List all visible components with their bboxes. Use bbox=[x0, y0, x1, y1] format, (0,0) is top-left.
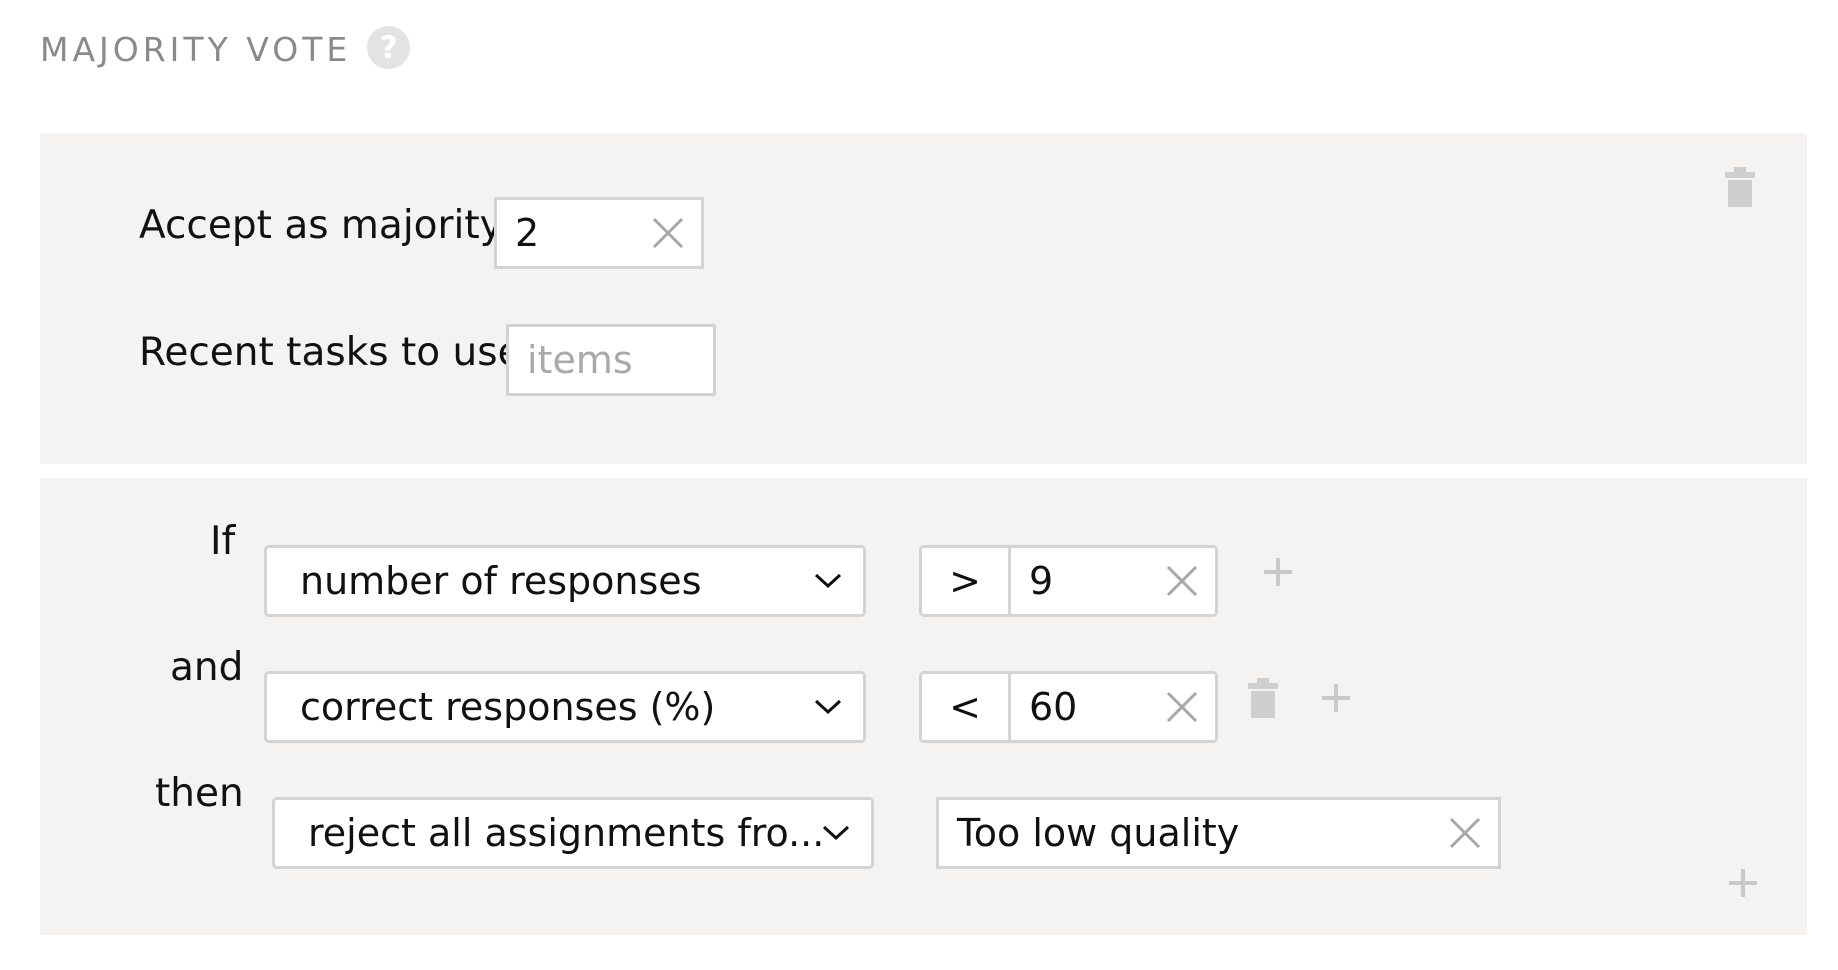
recent-tasks-input[interactable]: items bbox=[506, 324, 716, 396]
condition1-value-input[interactable]: 9 bbox=[1008, 545, 1218, 617]
add-condition-icon[interactable] bbox=[1262, 556, 1294, 588]
close-icon[interactable] bbox=[1165, 564, 1199, 598]
condition1-value: 9 bbox=[1029, 559, 1054, 603]
add-rule-icon[interactable] bbox=[1727, 867, 1759, 899]
close-icon[interactable] bbox=[651, 216, 685, 250]
condition1-operator[interactable]: > bbox=[919, 545, 1011, 617]
then-label: then bbox=[155, 771, 244, 816]
close-icon[interactable] bbox=[1448, 816, 1482, 850]
action-select[interactable]: reject all assignments fro... bbox=[272, 797, 874, 869]
recent-tasks-placeholder: items bbox=[527, 338, 633, 382]
question-icon[interactable]: ? bbox=[367, 26, 411, 69]
action-comment-input[interactable]: Too low quality bbox=[936, 797, 1501, 869]
condition2-field-select[interactable]: correct responses (%) bbox=[264, 671, 866, 743]
chevron-down-icon bbox=[822, 825, 850, 841]
if-label: If bbox=[210, 519, 236, 564]
condition1-field-value: number of responses bbox=[300, 559, 702, 603]
chevron-down-icon bbox=[814, 699, 842, 715]
recent-tasks-label: Recent tasks to use bbox=[139, 330, 522, 375]
accept-as-majority-input[interactable]: 2 bbox=[494, 197, 704, 269]
action-comment-value: Too low quality bbox=[957, 811, 1240, 855]
section-header: MAJORITY VOTE ? bbox=[40, 26, 411, 69]
close-icon[interactable] bbox=[1165, 690, 1199, 724]
action-value: reject all assignments fro... bbox=[308, 811, 825, 855]
condition2-operator[interactable]: < bbox=[919, 671, 1011, 743]
section-title: MAJORITY VOTE bbox=[40, 30, 352, 69]
chevron-down-icon bbox=[814, 573, 842, 589]
rules-panel: If number of responses > 9 and correct r… bbox=[40, 478, 1807, 935]
majority-settings-panel: Accept as majority 2 Recent tasks to use… bbox=[40, 133, 1807, 464]
trash-icon[interactable] bbox=[1725, 167, 1755, 207]
condition2-field-value: correct responses (%) bbox=[300, 685, 716, 729]
and-label: and bbox=[170, 645, 244, 690]
accept-as-majority-value: 2 bbox=[515, 211, 540, 255]
condition2-value: 60 bbox=[1029, 685, 1078, 729]
trash-icon[interactable] bbox=[1248, 678, 1278, 718]
condition2-value-input[interactable]: 60 bbox=[1008, 671, 1218, 743]
add-condition-icon[interactable] bbox=[1320, 682, 1352, 714]
accept-as-majority-label: Accept as majority bbox=[139, 203, 503, 248]
condition1-field-select[interactable]: number of responses bbox=[264, 545, 866, 617]
